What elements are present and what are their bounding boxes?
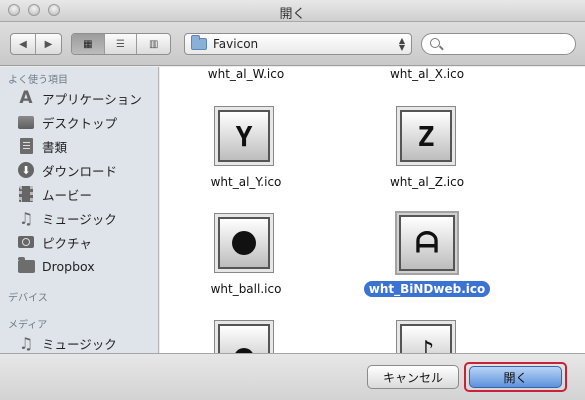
file-name-selected[interactable]: wht_BiNDweb.ico [357,281,497,297]
icon-view-button[interactable]: ▦ [72,34,105,54]
open-button[interactable]: 開く [469,366,562,388]
back-arrow-icon: ◀ [19,38,27,50]
back-button[interactable]: ◀ [11,34,37,54]
sidebar-item-documents[interactable]: 書類 [0,134,158,158]
forward-arrow-icon: ▶ [44,38,53,50]
applications-icon: A [19,88,33,108]
forward-button[interactable]: ▶ [36,34,61,54]
music-icon: ♫ [18,208,34,228]
sidebar-item-label: Dropbox [42,258,95,274]
file-thumbnail[interactable] [214,320,274,353]
sidebar-item-pictures[interactable]: ピクチャ [0,230,158,254]
documents-icon [17,137,35,155]
file-name[interactable]: wht_al_W.ico [176,67,316,81]
cancel-button[interactable]: キャンセル [367,365,459,389]
file-thumbnail[interactable] [214,213,274,273]
pictures-icon [17,233,35,251]
media-heading: メディア [8,320,48,331]
downloads-icon: ⬇ [17,161,35,179]
updown-arrows-icon: ▲ ▼ [398,36,405,52]
sidebar-item-music[interactable]: ♫ ミュージック [0,206,158,230]
file-grid: wht_al_W.ico wht_al_X.ico Y wht_al_Y.ico… [160,67,585,353]
sidebar-item-label: ムービー [42,187,93,203]
search-icon [430,38,440,48]
file-thumbnail[interactable]: ♪ [396,320,456,353]
column-view-button[interactable]: ▥ [137,34,170,54]
sidebar-item-downloads[interactable]: ⬇ ダウンロード [0,158,158,182]
window-title: 開く [279,7,306,22]
column-view-icon: ▥ [148,38,159,50]
devices-heading: デバイス [8,293,48,304]
sidebar-item-label: デスクトップ [42,115,118,131]
file-thumbnail[interactable]: Y [214,106,274,166]
file-name[interactable]: wht_ball.ico [176,282,316,296]
list-view-icon: ☰ [116,38,125,50]
icon-view-icon: ▦ [83,38,93,50]
view-mode-segment: ▦ ☰ ▥ [71,33,171,55]
music-icon: ♫ [18,333,34,353]
folder-icon [17,256,35,275]
location-label: Favicon [213,37,259,51]
sidebar-item-applications[interactable]: A アプリケーション [0,86,158,110]
location-popup[interactable]: Favicon ▲ ▼ [184,33,412,55]
music-note-icon: ♪ [400,324,452,353]
folder-icon [191,35,207,50]
bindweb-icon: ᗩ [399,215,455,271]
sidebar-item-label: ミュージック [42,336,117,352]
favorites-heading: よく使う項目 [8,75,68,86]
toolbar: ◀ ▶ ▦ ☰ ▥ Favicon ▲ ▼ [0,22,585,66]
heart-icon [218,324,270,353]
title-bar: 開く [0,0,585,22]
sidebar-item-label: ミュージック [42,211,117,227]
file-thumbnail[interactable]: Z [396,106,456,166]
file-thumbnail-selected[interactable]: ᗩ [395,211,459,275]
ball-icon [218,217,270,269]
dialog-footer: キャンセル 開く [0,353,585,400]
selected-file-label: wht_BiNDweb.ico [363,281,491,297]
sidebar-item-movies[interactable]: ムービー [0,182,158,206]
sidebar-item-label: ダウンロード [42,163,118,179]
desktop-icon [17,113,35,131]
sidebar-item-label: 書類 [42,139,68,155]
letter-y-icon: Y [218,110,270,162]
sidebar-item-label: ピクチャ [42,235,92,251]
sidebar: よく使う項目 A アプリケーション デスクトップ 書類 ⬇ ダウンロード ムービ… [0,67,159,353]
file-name[interactable]: wht_al_Y.ico [176,175,316,189]
sidebar-item-desktop[interactable]: デスクトップ [0,110,158,134]
navigation-segment: ◀ ▶ [10,33,62,55]
sidebar-item-dropbox[interactable]: Dropbox [0,254,158,278]
sidebar-item-label: アプリケーション [42,91,142,107]
open-button-highlight: 開く [464,362,567,392]
sidebar-item-media-music[interactable]: ♫ ミュージック [0,331,158,353]
search-input[interactable] [446,36,571,52]
list-view-button[interactable]: ☰ [105,34,138,54]
file-name[interactable]: wht_al_Z.ico [357,175,497,189]
letter-z-icon: Z [400,110,452,162]
movies-icon [17,185,35,203]
file-name[interactable]: wht_al_X.ico [357,67,497,81]
search-field[interactable] [421,33,576,55]
